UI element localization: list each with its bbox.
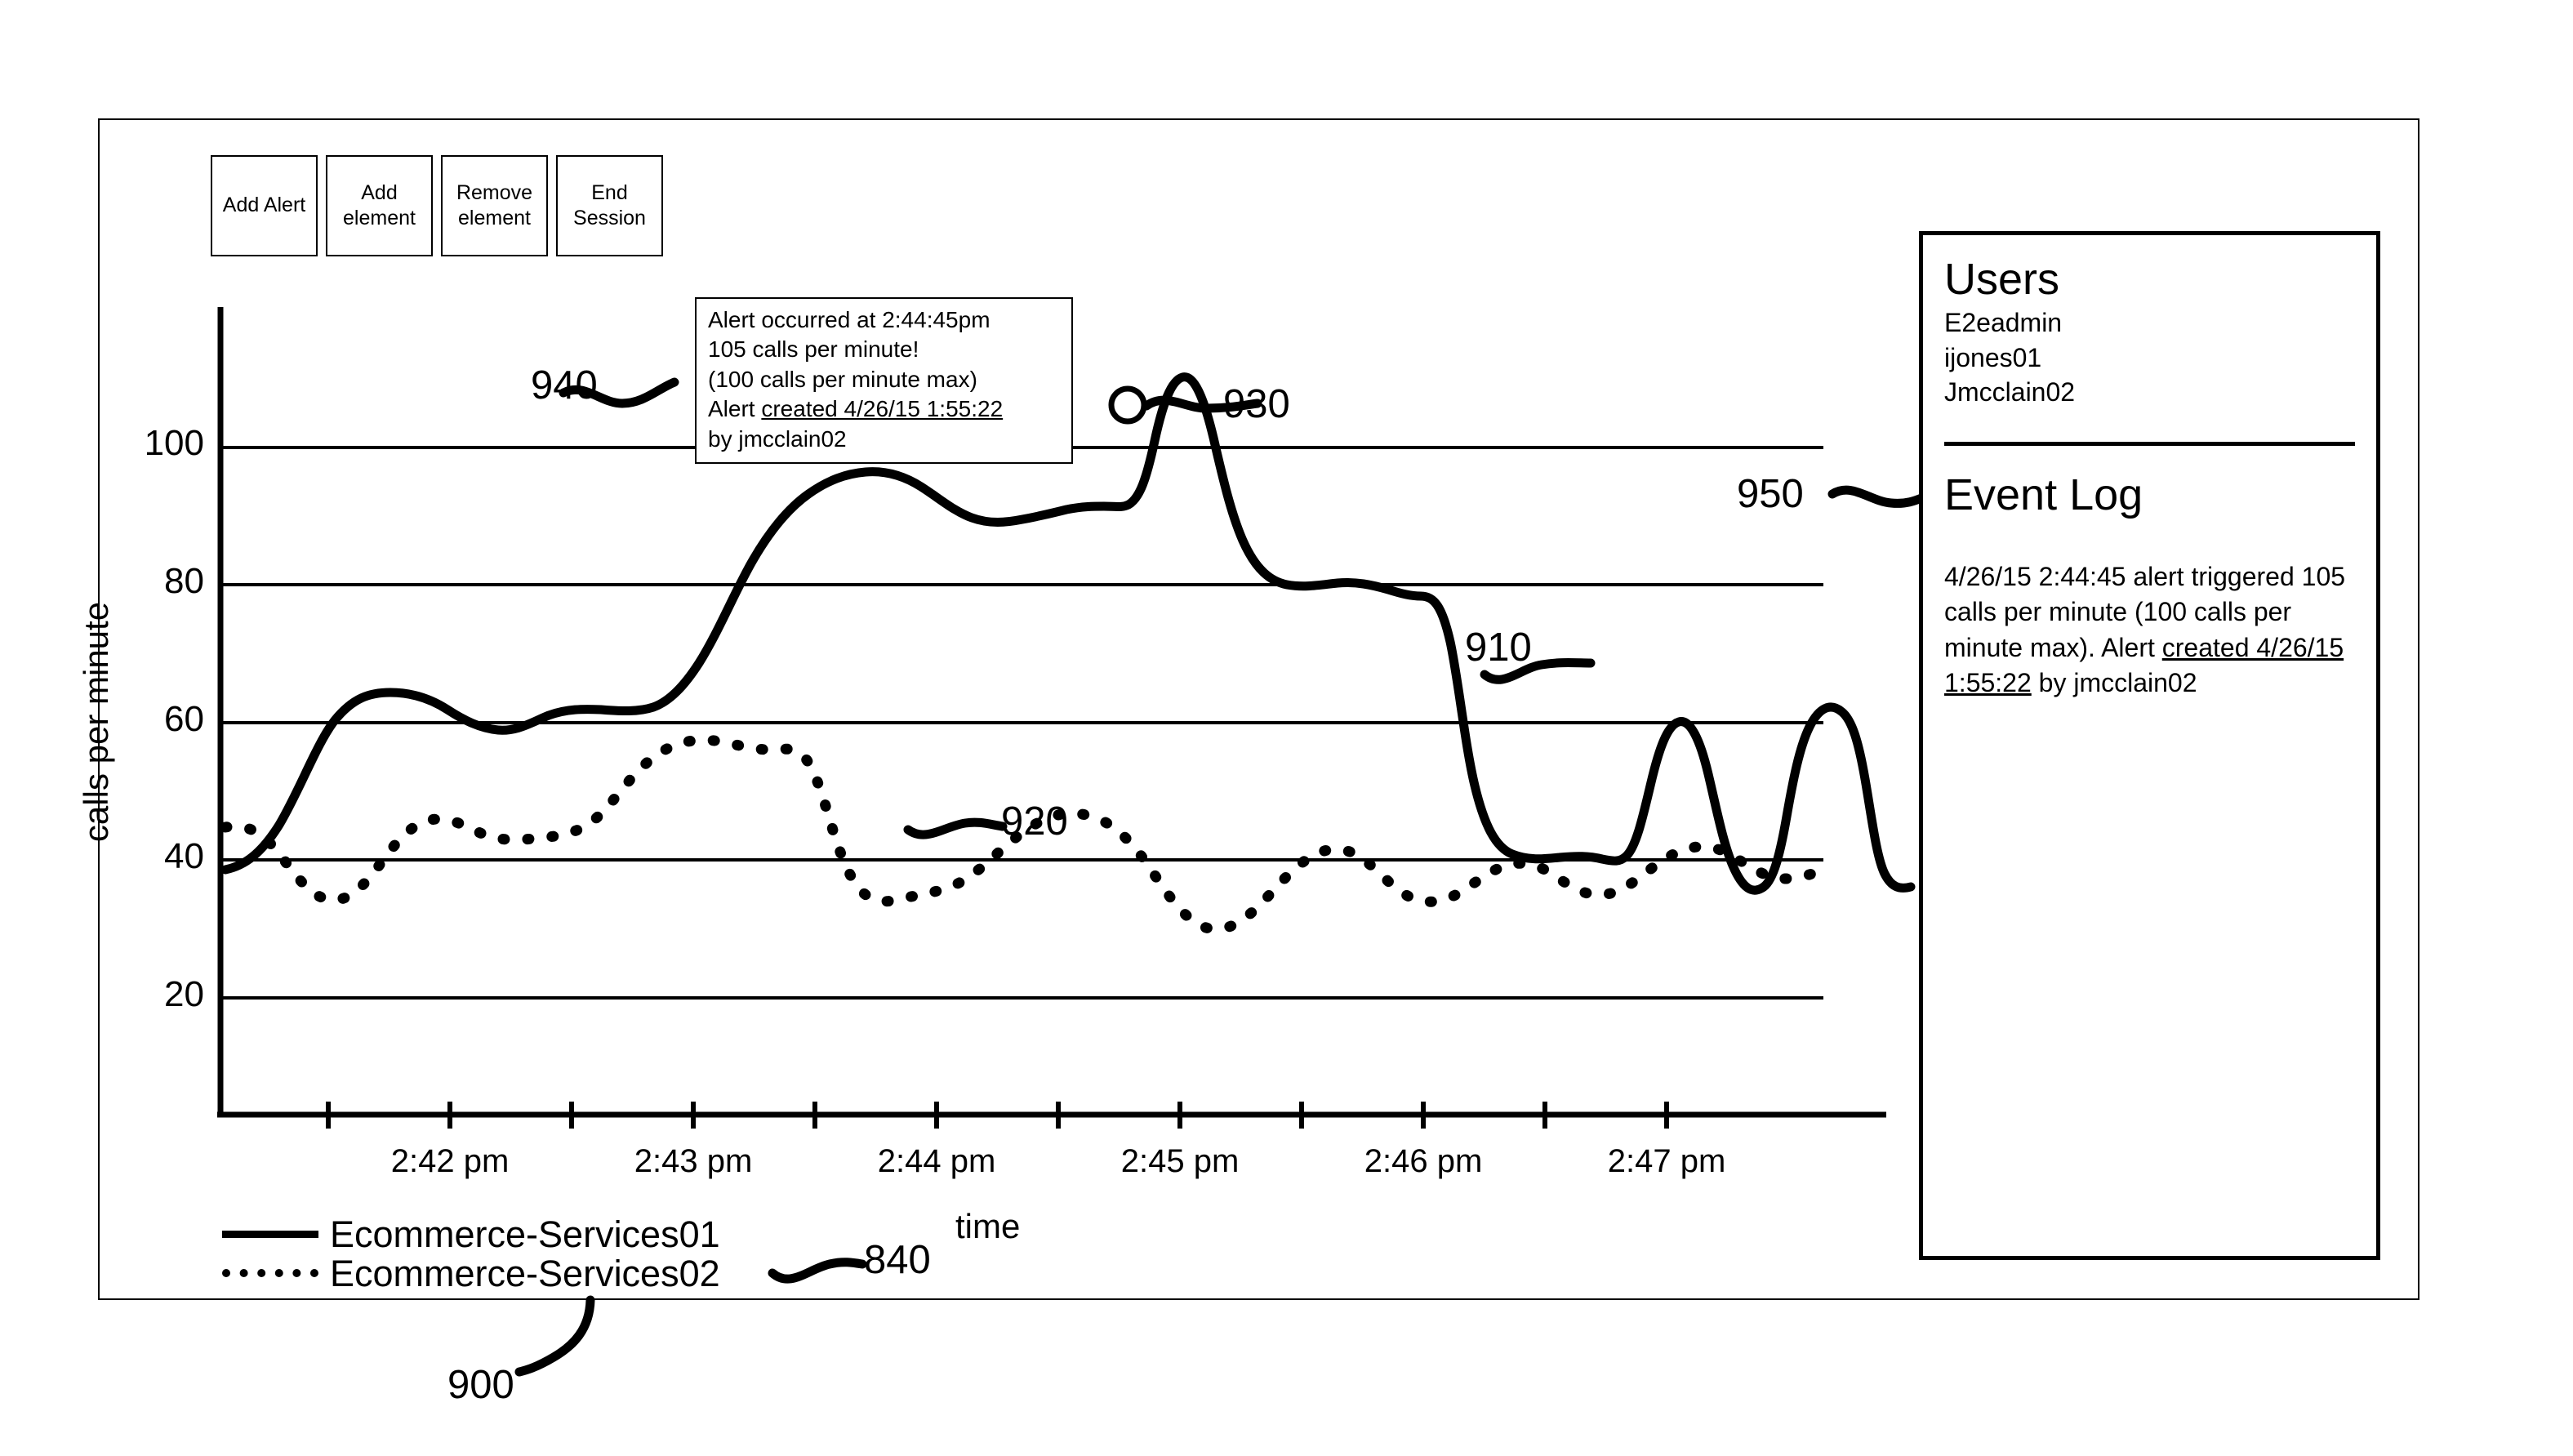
leader-900 — [514, 1295, 595, 1377]
ref-numeral-950: 950 — [1737, 472, 1804, 516]
ref-numeral-910: 910 — [1465, 626, 1532, 670]
event-log-entry: 4/26/15 2:44:45 alert triggered 105 call… — [1944, 559, 2355, 701]
legend-label-series2: Ecommerce-Services02 — [330, 1252, 720, 1294]
event-log-text-part2: by jmcclain02 — [2031, 668, 2197, 698]
callout-line-2: 105 calls per minute! — [708, 336, 919, 363]
toolbar: Add Alert Add element Remove element End… — [211, 155, 663, 256]
x-tick-label-2: 2:43 pm — [634, 1143, 753, 1179]
ref-numeral-900: 900 — [447, 1363, 514, 1407]
end-session-button[interactable]: End Session — [556, 155, 663, 256]
callout-created-link[interactable]: created 4/26/15 1:55:22 — [761, 396, 1003, 421]
panel-divider — [1944, 442, 2355, 447]
remove-element-button[interactable]: Remove element — [441, 155, 548, 256]
x-axis-title: time — [955, 1207, 1021, 1245]
callout-line-1: Alert occurred at 2:44:45pm — [708, 307, 990, 332]
user-list-item-1[interactable]: E2eadmin — [1944, 305, 2355, 340]
y-tick-label-100: 100 — [144, 423, 204, 463]
user-list-item-3[interactable]: Jmcclain02 — [1944, 375, 2355, 409]
y-tick-label-20: 20 — [164, 974, 204, 1014]
users-and-event-log-panel: Users E2eadmin ijones01 Jmcclain02 Event… — [1919, 231, 2380, 1260]
x-tick-label-4: 2:45 pm — [1120, 1143, 1240, 1179]
user-list-item-2[interactable]: ijones01 — [1944, 341, 2355, 375]
add-alert-button[interactable]: Add Alert — [211, 155, 318, 256]
legend-item-series2: Ecommerce-Services02 — [222, 1253, 720, 1293]
users-heading: Users — [1944, 255, 2060, 304]
figure-root: Add Alert Add element Remove element End… — [0, 0, 2573, 1456]
callout-line-5: by jmcclain02 — [708, 425, 847, 452]
x-tick-label-1: 2:42 pm — [390, 1143, 510, 1179]
x-tick-label-5: 2:46 pm — [1364, 1143, 1483, 1179]
x-tick-label-3: 2:44 pm — [877, 1143, 996, 1179]
legend-solid-line-icon — [222, 1230, 318, 1238]
add-element-button[interactable]: Add element — [326, 155, 433, 256]
legend-item-series1: Ecommerce-Services01 — [222, 1214, 720, 1253]
callout-line-4: Alert created 4/26/15 1:55:22 — [708, 394, 1062, 424]
alert-callout-tooltip: Alert occurred at 2:44:45pm 105 calls pe… — [695, 297, 1073, 464]
chart-legend: Ecommerce-Services01 Ecommerce-Services0… — [222, 1214, 720, 1293]
ref-numeral-840: 840 — [864, 1238, 931, 1282]
ref-numeral-940: 940 — [531, 363, 598, 407]
x-tick-label-6: 2:47 pm — [1607, 1143, 1726, 1179]
callout-alert-prefix: Alert — [708, 396, 762, 422]
callout-line-3: (100 calls per minute max) — [708, 366, 977, 392]
legend-label-series1: Ecommerce-Services01 — [330, 1213, 720, 1255]
ref-numeral-920: 920 — [1001, 799, 1068, 844]
y-axis-title: calls per minute — [77, 601, 115, 843]
ref-numeral-930: 930 — [1223, 382, 1290, 426]
legend-dotted-line-icon — [222, 1269, 318, 1277]
event-log-heading: Event Log — [1944, 470, 2143, 520]
